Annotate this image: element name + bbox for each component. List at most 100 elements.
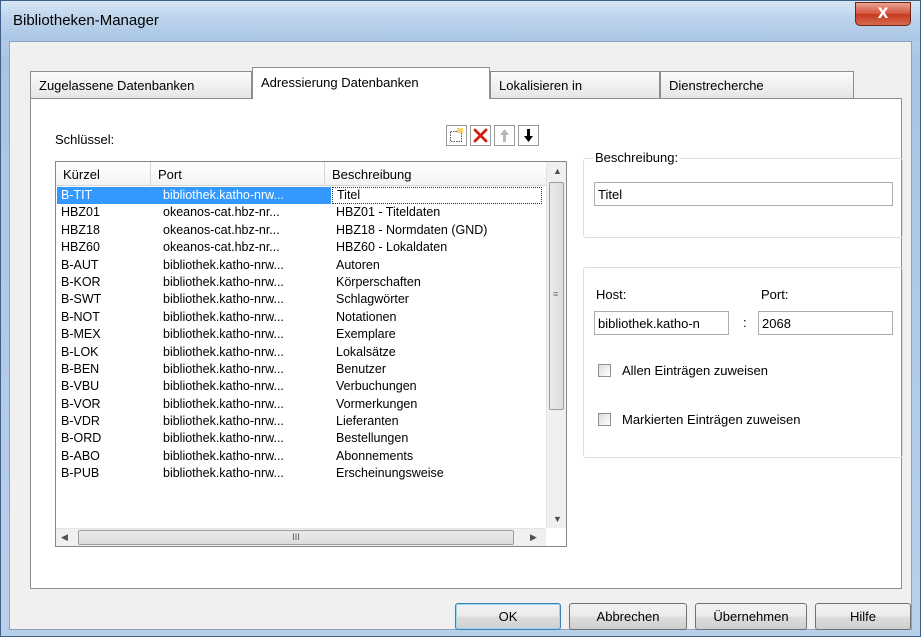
table-row[interactable]: B-AUT bibliothek.katho-nrw... Autoren <box>56 257 546 274</box>
keys-list[interactable]: Kürzel Port Beschreibung B-TIT bibliothek… <box>55 161 567 547</box>
port-label: Port: <box>761 287 789 302</box>
cell-beschreibung: Schlagwörter <box>336 292 409 307</box>
table-row[interactable]: B-ABO bibliothek.katho-nrw... Abonnements <box>56 448 546 465</box>
apply-button[interactable]: Übernehmen <box>695 603 807 630</box>
move-down-button[interactable] <box>518 125 539 146</box>
tab-dienstrecherche[interactable]: Dienstrecherche <box>660 71 854 98</box>
table-row[interactable]: B-KOR bibliothek.katho-nrw... Körperschaft… <box>56 274 546 291</box>
cell-port: bibliothek.katho-nrw... <box>163 466 284 481</box>
tab-lokalisieren-in[interactable]: Lokalisieren in <box>490 71 660 98</box>
move-up-icon <box>500 129 509 142</box>
description-group-title: Beschreibung: <box>593 150 681 165</box>
cell-port: okeanos-cat.hbz-nr... <box>163 240 280 255</box>
tab-label: Lokalisieren in <box>499 78 583 93</box>
cell-port: bibliothek.katho-nrw... <box>163 396 284 411</box>
table-row[interactable]: B-MEX bibliothek.katho-nrw... Exemplare <box>56 326 546 343</box>
cell-kuerzel: B-VBU <box>61 379 100 394</box>
cell-port: bibliothek.katho-nrw... <box>163 431 284 446</box>
ok-button[interactable]: OK <box>455 603 561 630</box>
cell-beschreibung: Notationen <box>336 309 397 324</box>
table-row[interactable]: B-VOR bibliothek.katho-nrw... Vormerkungen <box>56 396 546 413</box>
port-input[interactable]: 2068 <box>758 311 893 335</box>
tab-zugelassene-datenbanken[interactable]: Zugelassene Datenbanken <box>30 71 252 98</box>
grip-icon: III <box>292 532 300 542</box>
cell-port: bibliothek.katho-nrw... <box>163 292 284 307</box>
cell-beschreibung: Exemplare <box>336 327 396 342</box>
delete-entry-button[interactable] <box>470 125 491 146</box>
cell-port: bibliothek.katho-nrw... <box>163 257 284 272</box>
cell-kuerzel: B-PUB <box>61 466 100 481</box>
keys-label: Schlüssel: <box>55 132 115 147</box>
cell-port: bibliothek.katho-nrw... <box>163 379 284 394</box>
table-row[interactable]: B-ORD bibliothek.katho-nrw... Bestellungen <box>56 430 546 447</box>
cell-beschreibung: HBZ18 - Normdaten (GND) <box>336 222 488 237</box>
cell-port: okeanos-cat.hbz-nr... <box>163 222 280 237</box>
column-header-port[interactable]: Port <box>151 162 325 186</box>
table-row[interactable]: B-BEN bibliothek.katho-nrw... Benutzer <box>56 361 546 378</box>
description-input[interactable]: Titel <box>594 182 893 206</box>
assign-all-checkbox[interactable] <box>598 364 611 377</box>
cell-beschreibung: Bestellungen <box>336 431 409 446</box>
scroll-left-icon[interactable]: ◀ <box>61 532 68 543</box>
assign-marked-checkbox[interactable] <box>598 413 611 426</box>
scroll-down-icon[interactable]: ▼ <box>553 514 562 524</box>
cell-beschreibung: Lokalsätze <box>336 344 396 359</box>
grip-icon: ≡ <box>553 289 559 299</box>
title-bar[interactable]: Bibliotheken-Manager X <box>1 1 920 41</box>
cell-kuerzel: B-MEX <box>61 327 101 342</box>
move-up-button[interactable] <box>494 125 515 146</box>
cell-kuerzel: B-VOR <box>61 396 101 411</box>
table-row[interactable]: HBZ01 okeanos-cat.hbz-nr... HBZ01 - Titeld… <box>56 204 546 221</box>
cell-port: bibliothek.katho-nrw... <box>163 309 284 324</box>
close-icon: X <box>877 6 889 22</box>
table-row[interactable]: B-TIT bibliothek.katho-nrw... Titel <box>56 187 546 204</box>
cell-beschreibung: Benutzer <box>336 361 387 376</box>
vertical-scroll-thumb[interactable]: ≡ <box>549 182 564 410</box>
horizontal-scrollbar[interactable]: ◀ III ▶ <box>56 528 546 546</box>
tab-label: Adressierung Datenbanken <box>261 75 419 90</box>
scroll-up-icon[interactable]: ▲ <box>553 166 562 176</box>
cell-kuerzel: B-AUT <box>61 257 99 272</box>
cell-port: bibliothek.katho-nrw... <box>163 361 284 376</box>
table-row[interactable]: HBZ18 okeanos-cat.hbz-nr... HBZ18 - Normda… <box>56 222 546 239</box>
cell-kuerzel: HBZ60 <box>61 240 100 255</box>
table-row[interactable]: B-PUB bibliothek.katho-nrw... Erscheinungs… <box>56 465 546 482</box>
table-row[interactable]: HBZ60 okeanos-cat.hbz-nr... HBZ60 - Lokald… <box>56 239 546 256</box>
table-row[interactable]: B-LOK bibliothek.katho-nrw... Lokalsätze <box>56 344 546 361</box>
cell-kuerzel: B-TIT <box>57 187 153 204</box>
cell-kuerzel: B-SWT <box>61 292 102 307</box>
host-input[interactable]: bibliothek.katho-n <box>594 311 729 335</box>
cell-beschreibung: HBZ60 - Lokaldaten <box>336 240 448 255</box>
tab-adressierung-datenbanken[interactable]: Adressierung Datenbanken <box>252 67 490 99</box>
delete-icon <box>473 128 488 143</box>
cell-beschreibung: Titel <box>332 187 542 204</box>
tab-label: Zugelassene Datenbanken <box>39 78 195 93</box>
column-header-beschreibung[interactable]: Beschreibung <box>325 162 546 186</box>
table-row[interactable]: B-VBU bibliothek.katho-nrw... Verbuchungen <box>56 378 546 395</box>
host-label: Host: <box>596 287 627 302</box>
cell-kuerzel: B-NOT <box>61 309 100 324</box>
table-row[interactable]: B-NOT bibliothek.katho-nrw... Notationen <box>56 309 546 326</box>
help-button[interactable]: Hilfe <box>815 603 911 630</box>
cancel-button[interactable]: Abbrechen <box>569 603 687 630</box>
cell-beschreibung: Autoren <box>336 257 380 272</box>
assign-all-label[interactable]: Allen Einträgen zuweisen <box>622 363 768 378</box>
column-header-kuerzel[interactable]: Kürzel <box>56 162 151 186</box>
vertical-scrollbar[interactable]: ▲ ≡ ▼ <box>546 162 566 528</box>
close-button[interactable]: X <box>855 2 911 26</box>
cell-kuerzel: B-BEN <box>61 361 100 376</box>
window-title: Bibliotheken-Manager <box>13 12 159 29</box>
cell-beschreibung: HBZ01 - Titeldaten <box>336 205 441 220</box>
table-row[interactable]: B-SWT bibliothek.katho-nrw... Schlagwörter <box>56 291 546 308</box>
dialog-client-area: Zugelassene Datenbanken Adressierung Dat… <box>9 41 912 630</box>
cell-kuerzel: HBZ01 <box>61 205 100 220</box>
assign-marked-label[interactable]: Markierten Einträgen zuweisen <box>622 412 800 427</box>
move-down-icon <box>524 129 533 142</box>
table-row[interactable]: B-VDR bibliothek.katho-nrw... Lieferanten <box>56 413 546 430</box>
new-entry-button[interactable] <box>446 125 467 146</box>
horizontal-scroll-thumb[interactable]: III <box>78 530 514 545</box>
scroll-right-icon[interactable]: ▶ <box>530 532 537 543</box>
cell-port: bibliothek.katho-nrw... <box>153 187 331 204</box>
cell-port: bibliothek.katho-nrw... <box>163 344 284 359</box>
list-header: Kürzel Port Beschreibung <box>56 162 546 186</box>
